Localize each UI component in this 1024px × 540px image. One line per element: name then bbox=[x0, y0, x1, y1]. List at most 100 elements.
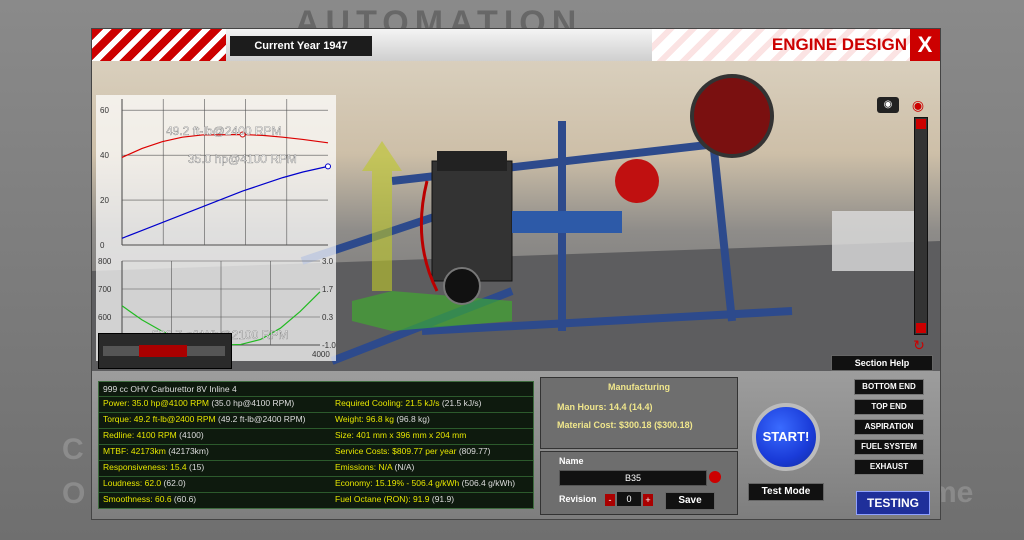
stat-left-label: MTBF: bbox=[103, 446, 129, 456]
stat-left-label: Redline: bbox=[103, 430, 135, 440]
stat-right-raw: (506.4 g/kWh) bbox=[461, 478, 516, 488]
stat-right: Fuel Octane (RON): 91.9 (91.9) bbox=[335, 494, 454, 504]
close-icon[interactable]: X bbox=[910, 29, 940, 61]
engine-description: 999 cc OHV Carburettor 8V Inline 4 bbox=[103, 384, 237, 394]
stat-right-label: Economy: bbox=[335, 478, 373, 488]
background-left-text-1: C bbox=[62, 433, 84, 466]
stat-left-value: 4100 RPM bbox=[136, 430, 177, 440]
stat-right-value: 91.9 bbox=[412, 494, 430, 504]
stat-right-label: Service Costs: bbox=[335, 446, 390, 456]
chart1-ytick-label: 40 bbox=[100, 151, 109, 160]
section-help-button[interactable]: Section Help bbox=[831, 355, 933, 371]
stat-right-value: 96.8 kg bbox=[366, 414, 394, 424]
stats-row: Loudness: 62.0 (62.0) Economy: 15.19% - 5… bbox=[99, 476, 533, 491]
chart2-ytick-left: 700 bbox=[98, 285, 112, 294]
chart1-ytick-label: 20 bbox=[100, 196, 109, 205]
background-left-text: C O bbox=[62, 428, 85, 516]
current-year-label: Current Year 1947 bbox=[230, 36, 372, 56]
manufacturing-title: Manufacturing bbox=[608, 382, 670, 392]
stat-right-raw: (21.5 kJ/s) bbox=[441, 398, 482, 408]
stat-right: Required Cooling: 21.5 kJ/s (21.5 kJ/s) bbox=[335, 398, 482, 408]
stat-left: MTBF: 42173km (42173km) bbox=[103, 446, 209, 456]
title-stripe-left bbox=[92, 29, 226, 61]
nav-fuel-system[interactable]: FUEL SYSTEM bbox=[854, 439, 924, 455]
stat-right: Service Costs: $809.77 per year (809.77) bbox=[335, 446, 491, 456]
chart1-ytick-label: 60 bbox=[100, 106, 109, 115]
eye-icon[interactable]: ◉ bbox=[907, 97, 929, 113]
stat-right: Weight: 96.8 kg (96.8 kg) bbox=[335, 414, 430, 424]
material-cost-label: Material Cost: bbox=[557, 420, 617, 430]
revision-increment-button[interactable]: + bbox=[643, 494, 653, 506]
nav-exhaust[interactable]: EXHAUST bbox=[854, 459, 924, 475]
chart1-grid bbox=[122, 99, 328, 246]
chart-svg: 60 40 20 0 49.2 ft-lb@2400 RPM 35.0 hp@4100… bbox=[98, 99, 336, 359]
stat-left-value: 62.0 bbox=[144, 478, 162, 488]
stat-right-raw: (91.9) bbox=[431, 494, 455, 504]
stats-row: MTBF: 42173km (42173km) Service Costs: $8… bbox=[99, 444, 533, 459]
stats-row: Smoothness: 60.6 (60.6) Fuel Octane (RON)… bbox=[99, 492, 533, 507]
screen-title: ENGINE DESIGN bbox=[771, 35, 907, 54]
stat-right-value: $809.77 per year bbox=[392, 446, 457, 456]
bottom-panel: 999 cc OHV Carburettor 8V Inline 4 Power… bbox=[92, 371, 940, 519]
stat-right-label: Size: bbox=[335, 430, 354, 440]
man-hours-value: 14.4 (14.4) bbox=[609, 402, 653, 412]
camera-icon[interactable]: ◉ bbox=[877, 97, 899, 113]
stat-left-raw: (42173km) bbox=[168, 446, 209, 456]
stat-left: Power: 35.0 hp@4100 RPM (35.0 hp@4100 RP… bbox=[103, 398, 294, 408]
save-button[interactable]: Save bbox=[665, 492, 715, 510]
view-slider[interactable] bbox=[98, 333, 232, 369]
stat-right: Size: 401 mm x 396 mm x 204 mm bbox=[335, 430, 466, 440]
game-screen: AUTOMATION C O me Current Year 1947 ENGI… bbox=[0, 0, 1024, 540]
name-clear-icon[interactable] bbox=[709, 471, 721, 483]
stat-right-value: 21.5 kJ/s bbox=[405, 398, 440, 408]
stat-right-label: Emissions: bbox=[335, 462, 377, 472]
engine-stats-panel: 999 cc OHV Carburettor 8V Inline 4 Power… bbox=[98, 381, 534, 509]
engine-name-input[interactable]: B35 bbox=[559, 470, 707, 486]
title-bar: Current Year 1947 ENGINE DESIGN X bbox=[92, 29, 940, 61]
engine-3d-view[interactable]: 60 40 20 0 49.2 ft-lb@2400 RPM 35.0 hp@4100… bbox=[92, 61, 940, 371]
revision-decrement-button[interactable]: - bbox=[605, 494, 615, 506]
stat-right-value: N/A bbox=[378, 462, 393, 472]
chart1-yticks: 60 40 20 0 bbox=[100, 106, 109, 250]
stat-right: Economy: 15.19% - 506.4 g/kWh (506.4 g/k… bbox=[335, 478, 515, 488]
stats-row: Redline: 4100 RPM (4100) Size: 401 mm x 3… bbox=[99, 428, 533, 443]
nav-bottom-end[interactable]: BOTTOM END bbox=[854, 379, 924, 395]
scroll-up-icon[interactable] bbox=[916, 119, 926, 129]
material-cost-value: $300.18 ($300.18) bbox=[619, 420, 693, 430]
revision-value: 0 bbox=[617, 492, 641, 506]
engine-charts: 60 40 20 0 49.2 ft-lb@2400 RPM 35.0 hp@4100… bbox=[96, 95, 336, 361]
stats-row: Responsiveness: 15.4 (15) Emissions: N/A … bbox=[99, 460, 533, 475]
slider-knob[interactable] bbox=[139, 345, 187, 357]
stat-right-value: 401 mm x 396 mm x 204 mm bbox=[356, 430, 467, 440]
scroll-down-icon[interactable] bbox=[916, 323, 926, 333]
test-mode-button[interactable]: Test Mode bbox=[748, 483, 824, 501]
stat-left-raw: (4100) bbox=[179, 430, 204, 440]
zoom-scrollbar[interactable] bbox=[914, 117, 928, 335]
stat-left-label: Responsiveness: bbox=[103, 462, 168, 472]
chart2-ytick-right: 1.7 bbox=[322, 285, 334, 294]
nav-top-end[interactable]: TOP END bbox=[854, 399, 924, 415]
chart2-ytick-right: 3.0 bbox=[322, 257, 334, 266]
nav-aspiration[interactable]: ASPIRATION bbox=[854, 419, 924, 435]
stat-right-raw: (96.8 kg) bbox=[396, 414, 430, 424]
name-label: Name bbox=[559, 456, 584, 466]
power-annotation: 35.0 hp@4100 RPM bbox=[188, 152, 297, 166]
stat-left: Responsiveness: 15.4 (15) bbox=[103, 462, 204, 472]
stat-left-value: 35.0 hp@4100 RPM bbox=[131, 398, 209, 408]
rotate-icon[interactable]: ↻ bbox=[904, 337, 934, 353]
stats-row: Torque: 49.2 ft-lb@2400 RPM (49.2 ft-lb@… bbox=[99, 412, 533, 427]
start-button[interactable]: START! bbox=[752, 403, 820, 471]
stat-left-value: 49.2 ft-lb@2400 RPM bbox=[133, 414, 216, 424]
stat-left: Redline: 4100 RPM (4100) bbox=[103, 430, 204, 440]
stat-left-raw: (49.2 ft-lb@2400 RPM) bbox=[217, 414, 306, 424]
torque-annotation: 49.2 ft-lb@2400 RPM bbox=[166, 124, 282, 138]
torque-power-chart: 60 40 20 0 49.2 ft-lb@2400 RPM 35.0 hp@4100… bbox=[100, 99, 331, 250]
stat-left-value: 15.4 bbox=[170, 462, 187, 472]
stat-left-label: Torque: bbox=[103, 414, 132, 424]
stat-right: Emissions: N/A (N/A) bbox=[335, 462, 414, 472]
chart1-ytick-label: 0 bbox=[100, 241, 105, 250]
stat-right-label: Weight: bbox=[335, 414, 364, 424]
stat-left-value: 42173km bbox=[130, 446, 166, 456]
stat-right-label: Fuel Octane (RON): bbox=[335, 494, 411, 504]
nav-testing[interactable]: TESTING bbox=[856, 491, 930, 515]
